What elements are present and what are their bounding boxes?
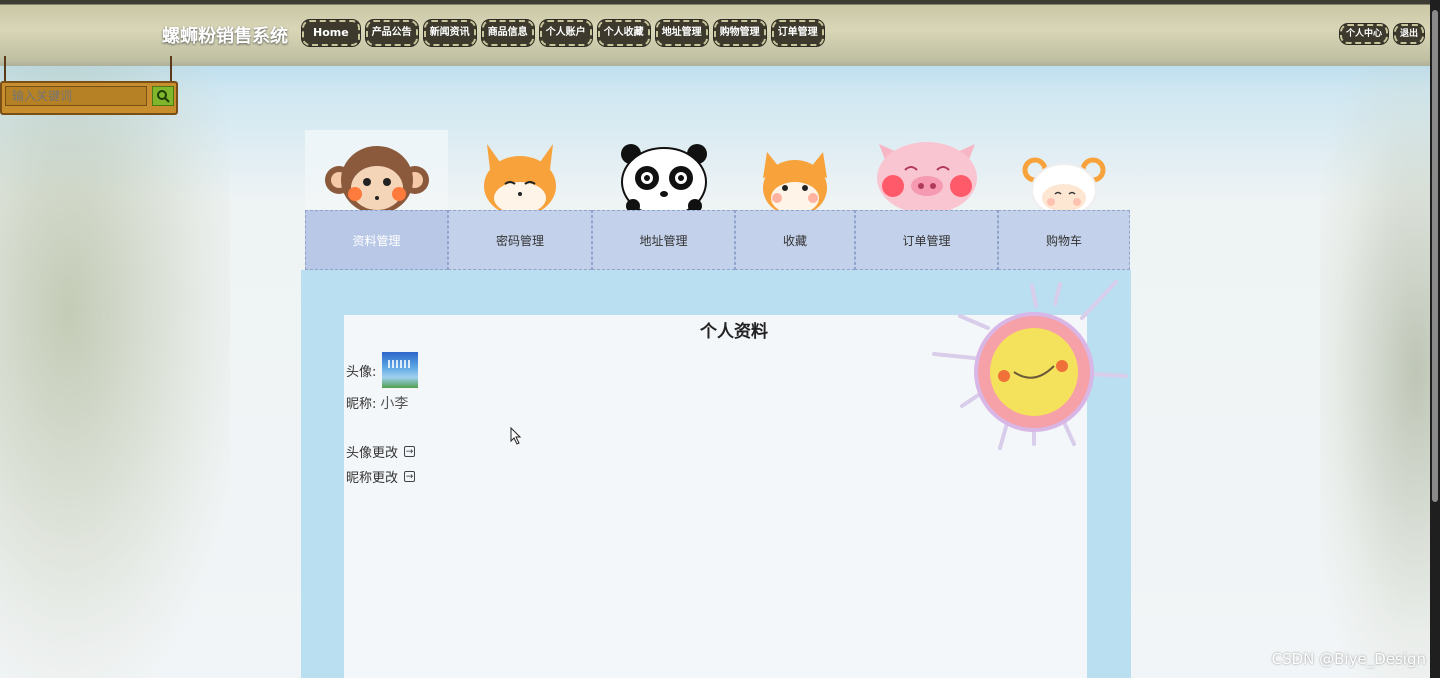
user-center-button[interactable]: 个人中心 bbox=[1339, 24, 1388, 44]
change-avatar-link[interactable]: 头像更改 → bbox=[346, 442, 416, 461]
nav-favorites[interactable]: 个人收藏 bbox=[597, 20, 650, 46]
tab-favorites-label: 收藏 bbox=[735, 210, 855, 270]
change-nickname-link[interactable]: 昵称更改 → bbox=[346, 467, 416, 486]
avatar-label: 头像: bbox=[346, 364, 377, 380]
nav-address[interactable]: 地址管理 bbox=[655, 20, 708, 46]
tab-address-label: 地址管理 bbox=[592, 210, 735, 270]
board-rope-right bbox=[170, 56, 172, 82]
nav-shopping[interactable]: 购物管理 bbox=[713, 20, 766, 46]
sun-decoration-icon bbox=[932, 280, 1128, 450]
nav-product-info[interactable]: 商品信息 bbox=[481, 20, 534, 46]
tab-cart[interactable]: 购物车 bbox=[998, 130, 1130, 270]
tab-favorites[interactable]: 收藏 bbox=[735, 130, 855, 270]
avatar-row: 头像: bbox=[346, 352, 419, 388]
tab-profile[interactable]: 资料管理 bbox=[305, 130, 448, 270]
fox-icon bbox=[484, 144, 556, 216]
nickname-row: 昵称: 小李 bbox=[346, 393, 408, 413]
nav-personal-account[interactable]: 个人账户 bbox=[539, 20, 592, 46]
tab-address[interactable]: 地址管理 bbox=[592, 130, 735, 270]
background-scenery-right bbox=[1320, 66, 1440, 678]
nav-home[interactable]: Home bbox=[302, 20, 360, 46]
change-nickname-label: 昵称更改 bbox=[346, 471, 399, 486]
tab-orders-label: 订单管理 bbox=[855, 210, 998, 270]
change-avatar-label: 头像更改 bbox=[346, 446, 399, 461]
tab-profile-label: 资料管理 bbox=[305, 210, 448, 270]
site-title: 螺蛳粉销售系统 bbox=[162, 26, 288, 47]
cat-icon bbox=[763, 152, 827, 216]
mouse-cursor-icon bbox=[510, 427, 522, 445]
avatar bbox=[382, 352, 419, 388]
pig-icon bbox=[876, 142, 977, 214]
search-input[interactable] bbox=[5, 86, 147, 106]
sheep-icon bbox=[1022, 157, 1106, 217]
logout-button[interactable]: 退出 bbox=[1393, 24, 1424, 44]
page-title: 个人资料 bbox=[700, 322, 768, 342]
profile-tabs: 资料管理 密码管理 地址管理 收藏 订单管理 购物车 bbox=[305, 130, 1130, 270]
arrow-right-box-icon: → bbox=[404, 471, 416, 482]
panda-icon bbox=[620, 144, 707, 217]
monkey-icon bbox=[324, 146, 429, 214]
nav-news[interactable]: 新闻资讯 bbox=[423, 20, 476, 46]
nickname-value: 小李 bbox=[380, 396, 409, 412]
nav-product-notices[interactable]: 产品公告 bbox=[365, 20, 418, 46]
arrow-right-box-icon: → bbox=[404, 446, 416, 457]
watermark: CSDN @Biye_Design bbox=[1271, 650, 1426, 668]
tab-password[interactable]: 密码管理 bbox=[448, 130, 592, 270]
tab-cart-label: 购物车 bbox=[998, 210, 1130, 270]
nav-orders[interactable]: 订单管理 bbox=[771, 20, 824, 46]
background-scenery-left bbox=[0, 66, 230, 678]
scrollbar[interactable] bbox=[1430, 0, 1440, 678]
search-icon bbox=[157, 90, 170, 103]
search-board bbox=[0, 56, 178, 116]
tab-password-label: 密码管理 bbox=[448, 210, 592, 270]
main-nav: Home 产品公告 新闻资讯 商品信息 个人账户 个人收藏 地址管理 购物管理 … bbox=[302, 20, 824, 46]
board-rope-left bbox=[4, 56, 6, 82]
nickname-label: 昵称: bbox=[346, 397, 377, 412]
scrollbar-thumb[interactable] bbox=[1432, 10, 1438, 502]
user-actions: 个人中心 退出 bbox=[1339, 24, 1424, 44]
search-button[interactable] bbox=[152, 86, 174, 106]
tab-orders[interactable]: 订单管理 bbox=[855, 130, 998, 270]
